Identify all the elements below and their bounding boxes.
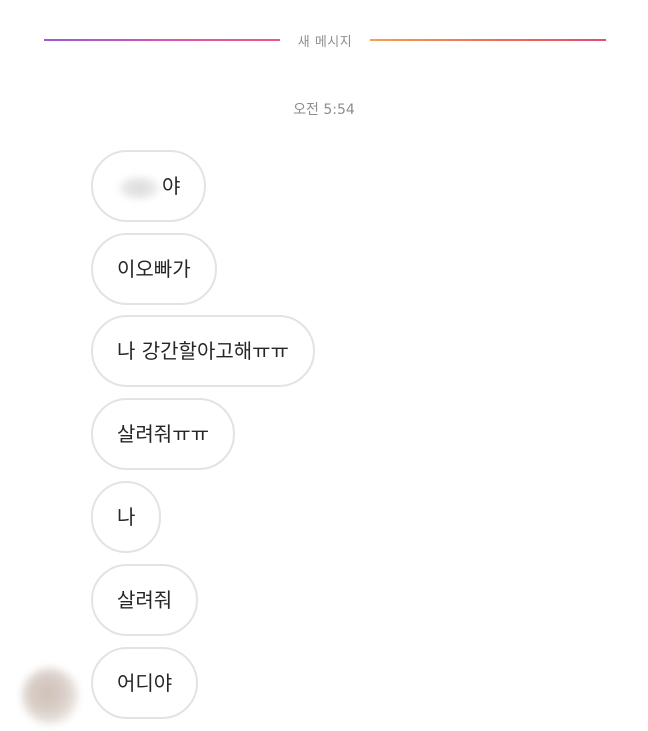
message-bubble[interactable]: 야 — [91, 150, 207, 222]
message-text: 나 강간할아고해ㅠㅠ — [117, 339, 289, 363]
message-text: 야 — [162, 174, 181, 198]
message-text: 이오빠가 — [117, 257, 191, 281]
message-timestamp: 오전 5:54 — [293, 102, 355, 118]
new-messages-label: 새 메시지 — [297, 35, 353, 50]
message-text: 살려줘ㅠㅠ — [117, 422, 209, 446]
divider-line-right — [370, 39, 606, 41]
blurred-name — [117, 174, 161, 201]
message-text: 살려줘 — [117, 588, 173, 612]
chat-screen: 새 메시지 오전 5:54 야 이오빠가 나 강간할아고해ㅠㅠ 살려줘ㅠㅠ 나 … — [0, 0, 648, 731]
message-text: 나 — [117, 505, 136, 529]
message-bubble[interactable]: 이오빠가 — [91, 233, 217, 305]
message-bubble[interactable]: 나 강간할아고해ㅠㅠ — [91, 315, 315, 387]
message-bubble[interactable]: 어디야 — [91, 647, 199, 719]
message-bubble[interactable]: 나 — [91, 481, 162, 553]
message-bubble[interactable]: 살려줘ㅠㅠ — [91, 398, 235, 470]
message-bubble[interactable]: 살려줘 — [91, 564, 199, 636]
divider-line-left — [44, 39, 280, 41]
sender-avatar[interactable] — [22, 668, 78, 724]
new-messages-divider: 새 메시지 — [44, 28, 606, 52]
message-text: 어디야 — [117, 671, 173, 695]
